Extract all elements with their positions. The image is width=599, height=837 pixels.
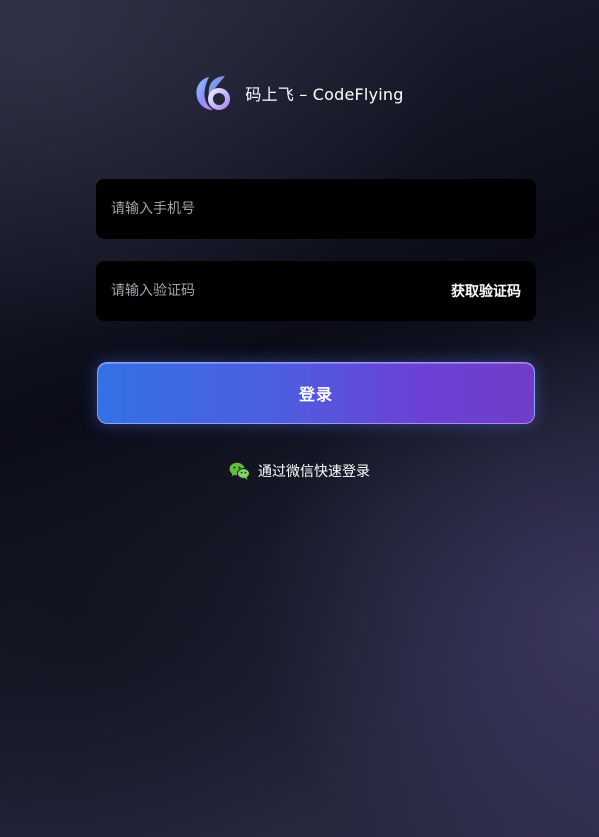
wechat-icon — [229, 462, 250, 480]
app-title: 码上飞 – CodeFlying — [245, 85, 404, 104]
wechat-login-label: 通过微信快速登录 — [258, 464, 370, 480]
login-button-label: 登录 — [298, 385, 333, 404]
code-field[interactable]: 获取验证码 — [96, 261, 536, 321]
codeflying-logo-icon — [196, 76, 231, 110]
verification-code-input[interactable] — [111, 261, 451, 321]
login-button[interactable]: 登录 — [97, 362, 535, 424]
get-code-button[interactable]: 获取验证码 — [451, 281, 521, 301]
phone-field[interactable] — [96, 179, 536, 239]
wechat-login-link[interactable]: 通过微信快速登录 — [0, 459, 599, 483]
phone-input[interactable] — [111, 179, 521, 239]
header: 码上飞 – CodeFlying — [0, 71, 599, 115]
